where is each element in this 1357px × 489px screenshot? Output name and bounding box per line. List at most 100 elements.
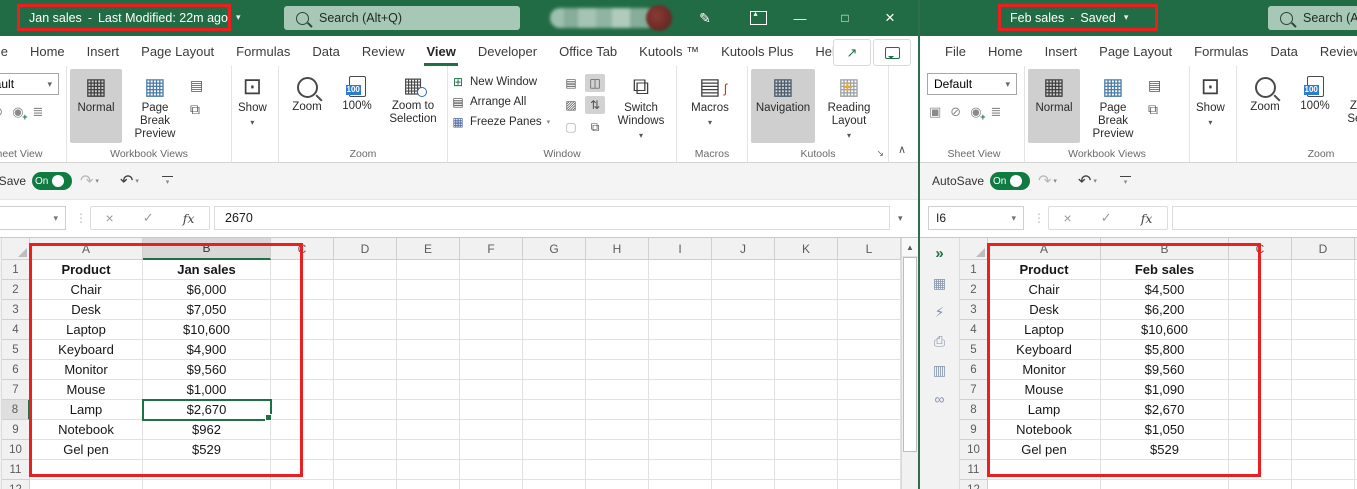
row-header-11[interactable]: 11 bbox=[960, 460, 988, 480]
cell-E1[interactable] bbox=[397, 260, 460, 280]
column-header-e[interactable]: E bbox=[397, 238, 460, 260]
cell-A12[interactable] bbox=[30, 480, 143, 489]
cell-F12[interactable] bbox=[460, 480, 523, 489]
customize-qat-icon[interactable]: ▾ bbox=[1120, 163, 1131, 199]
cell-L8[interactable] bbox=[838, 400, 901, 420]
cell-K9[interactable] bbox=[775, 420, 838, 440]
row-header-5[interactable]: 5 bbox=[2, 340, 30, 360]
cell-L4[interactable] bbox=[838, 320, 901, 340]
worksheet-lightning-icon[interactable]: ⚡ bbox=[935, 305, 945, 319]
zoom-to-selection-button[interactable]: ▦ Zoom to Selection bbox=[382, 69, 444, 143]
tab-formulas[interactable]: Formulas bbox=[225, 36, 301, 66]
cell-C5[interactable] bbox=[1229, 340, 1292, 360]
exit-sheet-view-icon[interactable]: ⊘ bbox=[950, 104, 961, 120]
insert-function-icon[interactable]: fx bbox=[1141, 211, 1153, 226]
cell-H7[interactable] bbox=[586, 380, 649, 400]
tab-file[interactable]: File bbox=[0, 36, 19, 66]
cell-K4[interactable] bbox=[775, 320, 838, 340]
normal-view-button[interactable]: ▦ Normal bbox=[70, 69, 122, 143]
cell-B3[interactable]: $7,050 bbox=[143, 300, 271, 320]
autosave-toggle[interactable]: On bbox=[990, 172, 1030, 190]
cell-L10[interactable] bbox=[838, 440, 901, 460]
cell-K1[interactable] bbox=[775, 260, 838, 280]
tab-data[interactable]: Data bbox=[1259, 36, 1308, 66]
drag-dots-icon[interactable]: ⋮ bbox=[1033, 211, 1045, 225]
cell-C3[interactable] bbox=[271, 300, 334, 320]
cell-L7[interactable] bbox=[838, 380, 901, 400]
cell-D5[interactable] bbox=[1292, 340, 1355, 360]
cell-E4[interactable] bbox=[397, 320, 460, 340]
cell-E3[interactable] bbox=[397, 300, 460, 320]
cell-C2[interactable] bbox=[1229, 280, 1292, 300]
cell-H4[interactable] bbox=[586, 320, 649, 340]
view-side-by-side-icon[interactable]: ◫ bbox=[585, 74, 605, 92]
synchronous-scrolling-icon[interactable]: ⇅ bbox=[585, 96, 605, 114]
cell-B1[interactable]: Jan sales bbox=[143, 260, 271, 280]
show-button[interactable]: ⊡ Show ▾ bbox=[235, 69, 270, 143]
cell-K8[interactable] bbox=[775, 400, 838, 420]
zoom-to-selection-button[interactable]: ▦ Zoom to Selection bbox=[1340, 69, 1357, 143]
row-header-12[interactable]: 12 bbox=[960, 480, 988, 489]
cell-C4[interactable] bbox=[271, 320, 334, 340]
cell-G5[interactable] bbox=[523, 340, 586, 360]
cell-F3[interactable] bbox=[460, 300, 523, 320]
cell-D9[interactable] bbox=[334, 420, 397, 440]
cell-E11[interactable] bbox=[397, 460, 460, 480]
cell-B7[interactable]: $1,090 bbox=[1101, 380, 1229, 400]
search-box[interactable]: Search (Alt+Q) bbox=[284, 6, 520, 30]
cell-I3[interactable] bbox=[649, 300, 712, 320]
switch-windows-button[interactable]: ⧉ Switch Windows ▾ bbox=[609, 69, 673, 143]
workbook-icon[interactable]: ▦ bbox=[933, 276, 946, 290]
column-list-icon[interactable]: ▥ bbox=[933, 363, 946, 377]
cell-C10[interactable] bbox=[1229, 440, 1292, 460]
tab-review[interactable]: Review bbox=[1309, 36, 1357, 66]
cell-B2[interactable]: $6,000 bbox=[143, 280, 271, 300]
cell-H9[interactable] bbox=[586, 420, 649, 440]
row-header-9[interactable]: 9 bbox=[2, 420, 30, 440]
column-header-a[interactable]: A bbox=[30, 238, 143, 260]
tab-developer[interactable]: Developer bbox=[467, 36, 548, 66]
cell-B8[interactable]: $2,670 bbox=[142, 399, 272, 421]
cell-A2[interactable]: Chair bbox=[988, 280, 1101, 300]
cell-G12[interactable] bbox=[523, 480, 586, 489]
row-header-4[interactable]: 4 bbox=[2, 320, 30, 340]
find-binoculars-icon[interactable]: ∞ bbox=[935, 392, 945, 406]
tab-insert[interactable]: Insert bbox=[76, 36, 131, 66]
cell-A9[interactable]: Notebook bbox=[30, 420, 143, 440]
cell-J1[interactable] bbox=[712, 260, 775, 280]
cell-E8[interactable] bbox=[397, 400, 460, 420]
cell-I2[interactable] bbox=[649, 280, 712, 300]
cell-D10[interactable] bbox=[1292, 440, 1355, 460]
cell-G1[interactable] bbox=[523, 260, 586, 280]
row-header-2[interactable]: 2 bbox=[2, 280, 30, 300]
column-header-k[interactable]: K bbox=[775, 238, 838, 260]
cell-E5[interactable] bbox=[397, 340, 460, 360]
cell-C11[interactable] bbox=[1229, 460, 1292, 480]
zoom-button[interactable]: Zoom bbox=[282, 69, 332, 143]
name-box[interactable]: I6 ▾ bbox=[928, 206, 1024, 230]
cell-J10[interactable] bbox=[712, 440, 775, 460]
cell-A11[interactable] bbox=[30, 460, 143, 480]
cell-A9[interactable]: Notebook bbox=[988, 420, 1101, 440]
page-break-preview-button[interactable]: ▦ Page Break Preview bbox=[1080, 69, 1146, 143]
cell-D2[interactable] bbox=[334, 280, 397, 300]
cell-C6[interactable] bbox=[1229, 360, 1292, 380]
drag-dots-icon[interactable]: ⋮ bbox=[75, 211, 87, 225]
cell-C7[interactable] bbox=[271, 380, 334, 400]
share-icon[interactable]: ↗ bbox=[833, 39, 871, 66]
cell-D2[interactable] bbox=[1292, 280, 1355, 300]
cell-A6[interactable]: Monitor bbox=[30, 360, 143, 380]
redo-button[interactable]: ↷ ▾ bbox=[80, 163, 99, 199]
cell-B5[interactable]: $5,800 bbox=[1101, 340, 1229, 360]
expand-formula-bar-icon[interactable]: ▾ bbox=[898, 213, 903, 224]
cell-L6[interactable] bbox=[838, 360, 901, 380]
cell-C10[interactable] bbox=[271, 440, 334, 460]
tab-kutools-[interactable]: Kutools ™ bbox=[628, 36, 710, 66]
exit-sheet-view-icon[interactable]: ⊘ bbox=[0, 104, 3, 120]
row-header-10[interactable]: 10 bbox=[960, 440, 988, 460]
zoom-button[interactable]: Zoom bbox=[1240, 69, 1290, 143]
cell-I11[interactable] bbox=[649, 460, 712, 480]
cell-J3[interactable] bbox=[712, 300, 775, 320]
cell-B6[interactable]: $9,560 bbox=[1101, 360, 1229, 380]
sheet-view-select[interactable]: Default ▾ bbox=[0, 73, 59, 95]
